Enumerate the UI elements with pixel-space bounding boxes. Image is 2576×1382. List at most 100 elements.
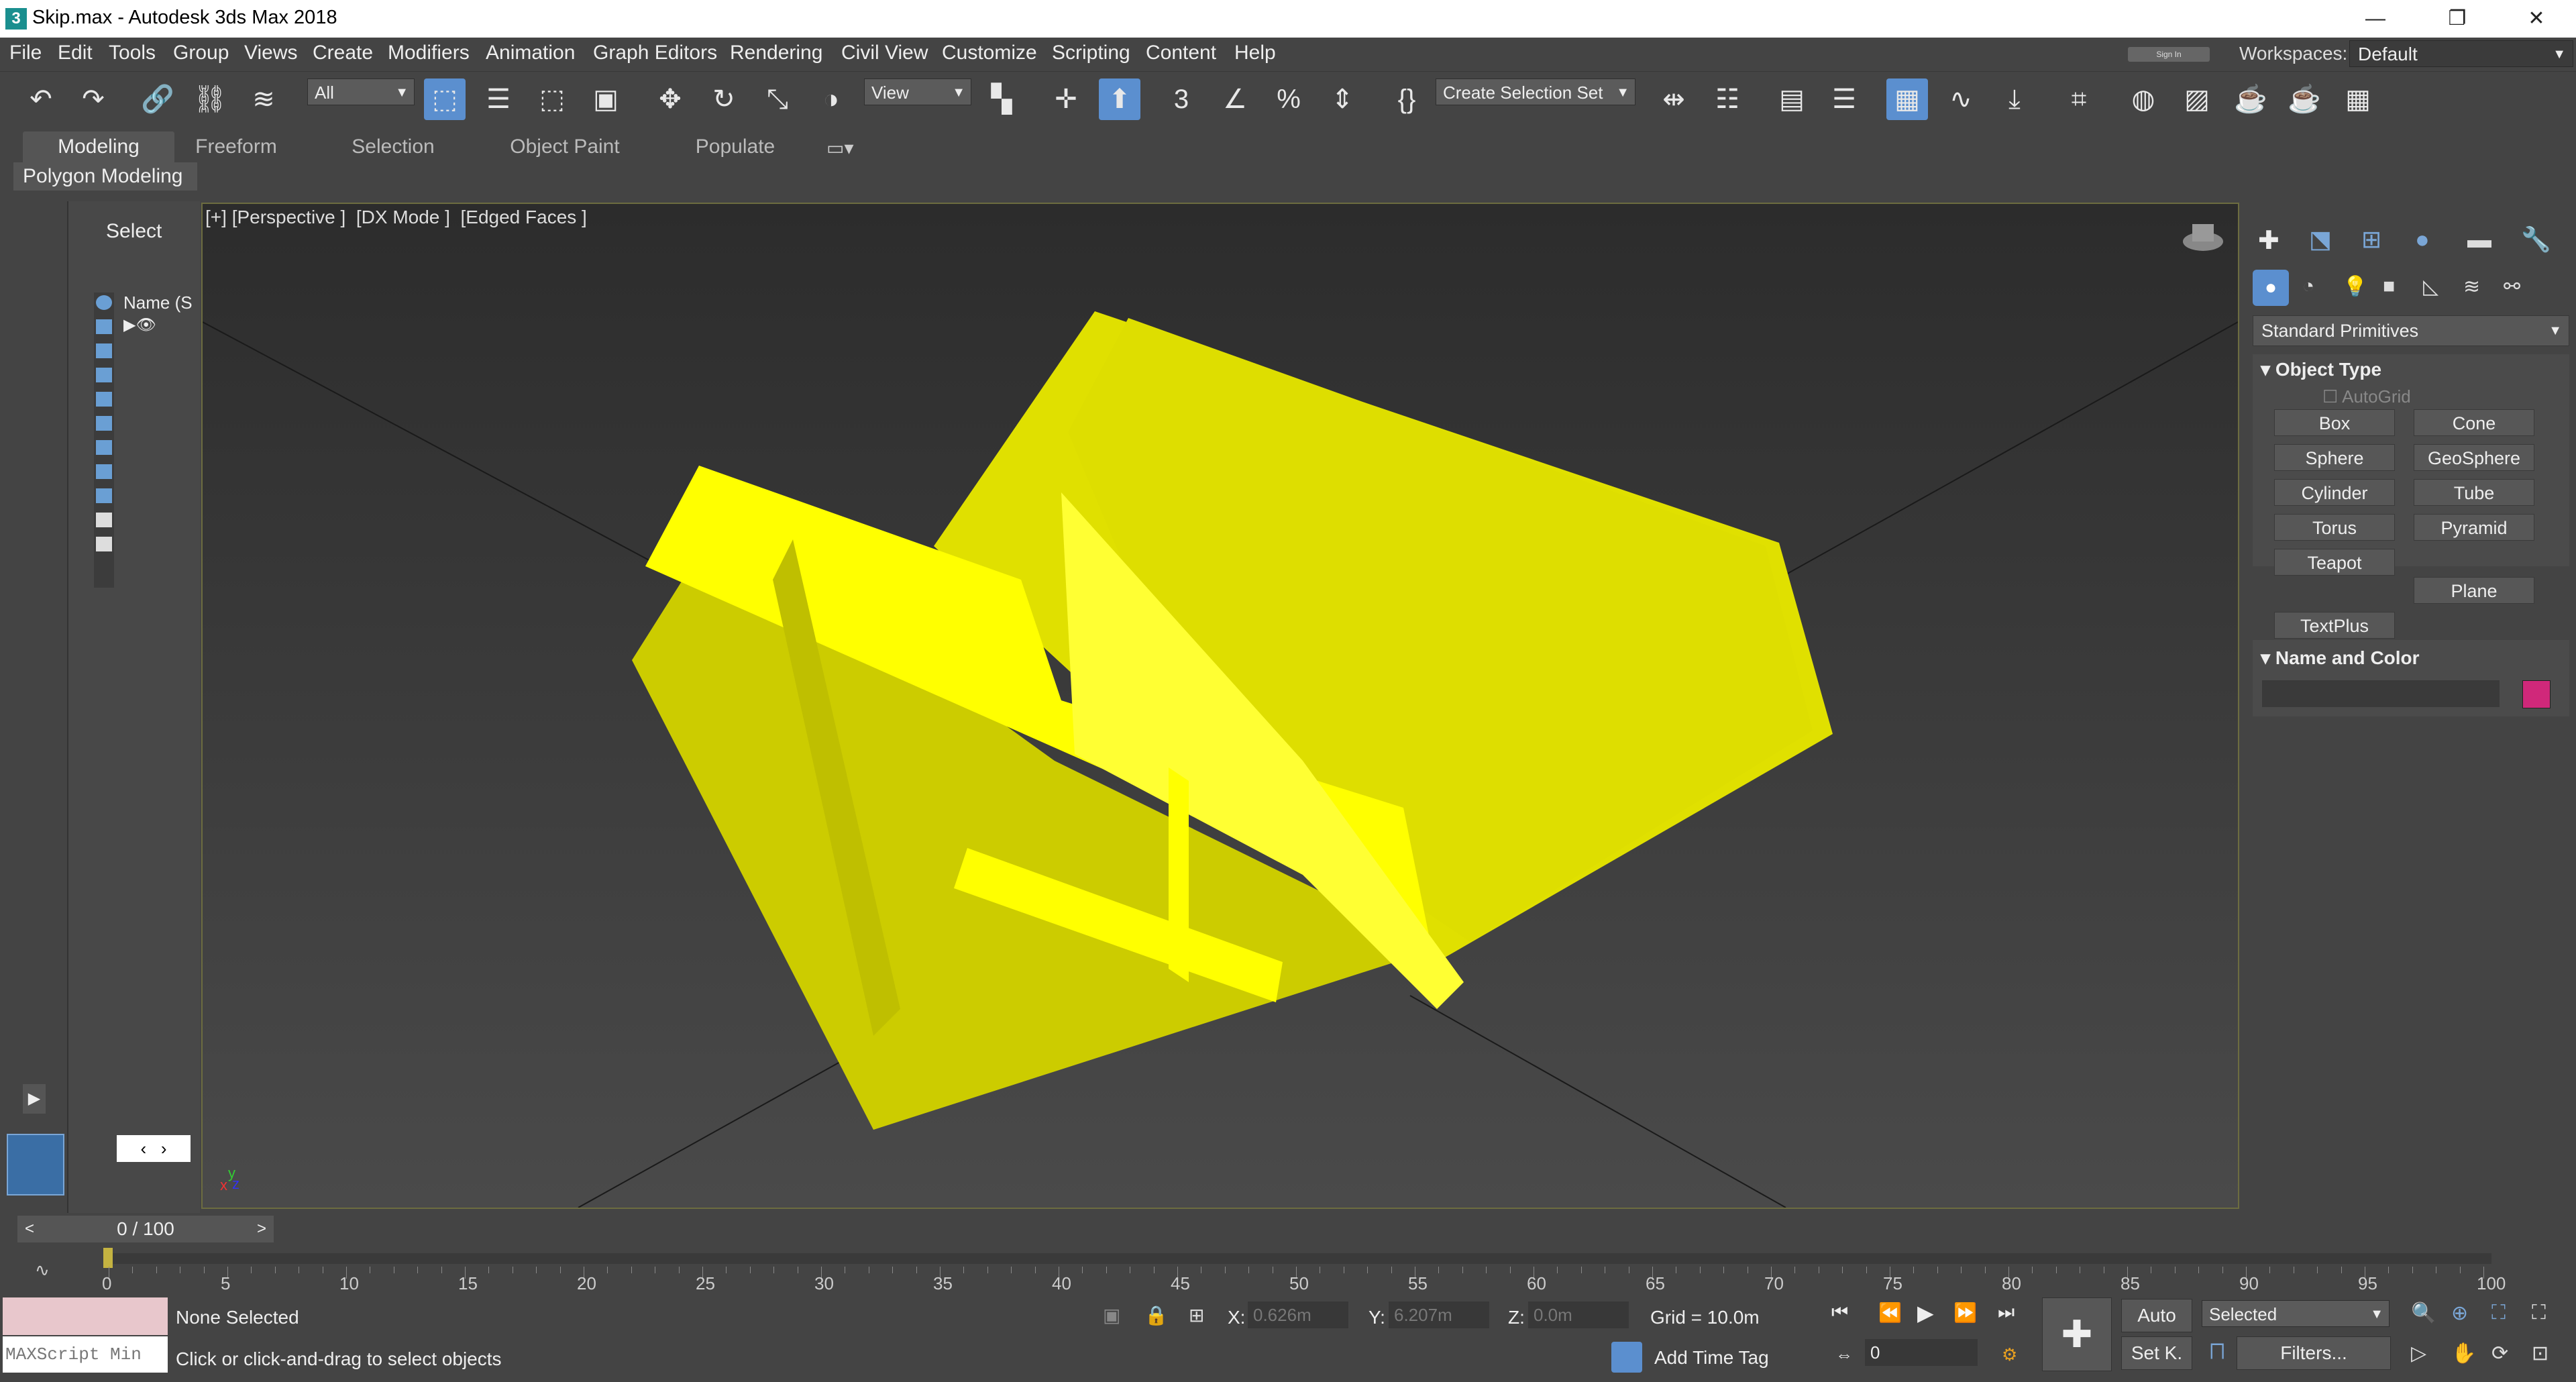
tab-freeform[interactable]: Freeform xyxy=(182,131,290,164)
viewport-layout-thumbnail[interactable] xyxy=(7,1134,64,1195)
geometry-category-icon[interactable]: ● xyxy=(2253,270,2289,306)
set-key-button[interactable]: Set K. xyxy=(2121,1336,2192,1370)
time-tag-icon[interactable] xyxy=(1611,1342,1642,1373)
name-column-header[interactable]: Name (S xyxy=(123,293,193,313)
render-production-icon[interactable]: ☕ xyxy=(2284,78,2325,120)
select-manipulate-icon[interactable]: ✛ xyxy=(1045,78,1087,120)
close-button[interactable]: ✕ xyxy=(2500,0,2573,38)
angle-snap-icon[interactable]: ∠ xyxy=(1214,78,1256,120)
layer-explorer-icon[interactable]: ▤ xyxy=(1771,78,1813,120)
maxscript-mini-input[interactable]: MAXScript Min xyxy=(3,1336,168,1373)
display-tab-icon[interactable]: ▬ xyxy=(2467,225,2491,254)
zoom-extents-all-icon[interactable]: ⛶ xyxy=(2532,1301,2546,1324)
redo-icon[interactable]: ↷ xyxy=(72,78,114,120)
shapes-category-icon[interactable]: ◔ xyxy=(2302,275,2314,298)
next-frame-icon[interactable]: ⏩ xyxy=(1953,1301,1977,1324)
torus-button[interactable]: Torus xyxy=(2274,514,2395,541)
menu-create[interactable]: Create xyxy=(313,42,373,64)
unlink-icon[interactable]: ⛓ xyxy=(189,78,231,120)
curve-editor-icon[interactable]: ∿ xyxy=(1940,78,1982,120)
plane-button[interactable]: Plane xyxy=(2414,577,2534,604)
sign-in-button[interactable]: Sign In xyxy=(2128,47,2210,62)
previous-frame-icon[interactable]: ⏪ xyxy=(1878,1301,1902,1324)
menu-rendering[interactable]: Rendering xyxy=(730,42,822,64)
utilities-tab-icon[interactable]: 🔧 xyxy=(2521,225,2551,254)
display-containers-icon[interactable] xyxy=(96,513,112,527)
edit-named-selection-icon[interactable]: {} xyxy=(1386,78,1428,120)
menu-modifiers[interactable]: Modifiers xyxy=(388,42,470,64)
filters-button[interactable]: Filters... xyxy=(2237,1336,2391,1370)
spinner-snap-icon[interactable]: ⇕ xyxy=(1322,78,1363,120)
cameras-category-icon[interactable]: ■ xyxy=(2383,275,2395,298)
expand-layout-icon[interactable]: ▶ xyxy=(23,1084,46,1114)
perspective-viewport[interactable]: [+] [Perspective ] [DX Mode ] [Edged Fac… xyxy=(201,203,2239,1209)
display-geometry-icon[interactable] xyxy=(96,295,112,310)
z-coordinate-field[interactable]: 0.0m xyxy=(1528,1301,1629,1328)
time-configuration-icon[interactable]: ⚙ xyxy=(2002,1344,2017,1365)
key-tangent-icon[interactable]: ⨅ xyxy=(2210,1340,2224,1363)
rotate-icon[interactable]: ↻ xyxy=(703,78,745,120)
menu-customize[interactable]: Customize xyxy=(942,42,1037,64)
menu-graph-editors[interactable]: Graph Editors xyxy=(593,42,717,64)
object-type-title[interactable]: ▾ Object Type xyxy=(2261,358,2381,380)
tab-object-paint[interactable]: Object Paint xyxy=(498,131,632,164)
pivot-center-icon[interactable]: ▚ xyxy=(981,78,1022,120)
current-frame-field[interactable]: 0 xyxy=(1865,1339,1978,1366)
time-next-arrow[interactable]: > xyxy=(250,1216,274,1242)
display-helpers-icon[interactable] xyxy=(96,392,112,407)
teapot-button[interactable]: Teapot xyxy=(2274,549,2395,576)
time-prev-arrow[interactable]: < xyxy=(17,1216,42,1242)
x-coordinate-field[interactable]: 0.626m xyxy=(1248,1301,1348,1328)
auto-key-button[interactable]: Auto xyxy=(2121,1299,2192,1332)
place-icon[interactable]: ◑ xyxy=(810,78,852,120)
pan-icon[interactable]: ✋ xyxy=(2451,1342,2476,1365)
display-frozen-icon[interactable] xyxy=(96,537,112,551)
isolate-selection-icon[interactable]: ▣ xyxy=(1103,1304,1120,1326)
menu-file[interactable]: File xyxy=(9,42,42,64)
scene-explorer-icon[interactable]: ▦ xyxy=(1886,78,1928,120)
scene-root-row[interactable]: ▶👁 xyxy=(123,315,156,335)
motion-tab-icon[interactable]: ● xyxy=(2415,225,2430,254)
schematic-view-icon[interactable]: ⌗ xyxy=(2058,78,2100,120)
menu-edit[interactable]: Edit xyxy=(58,42,93,64)
maximize-viewport-icon[interactable]: ⊡ xyxy=(2532,1342,2548,1365)
hierarchy-tab-icon[interactable]: ⊞ xyxy=(2361,225,2381,254)
select-by-name-icon[interactable]: ☰ xyxy=(478,78,519,120)
display-lights-icon[interactable] xyxy=(96,343,112,358)
primitives-type-dropdown[interactable]: Standard Primitives ▼ xyxy=(2253,315,2569,346)
undo-icon[interactable]: ↶ xyxy=(20,78,62,120)
track-bar[interactable] xyxy=(103,1248,2491,1268)
modify-tab-icon[interactable]: ⬔ xyxy=(2309,225,2332,254)
play-icon[interactable]: ▶ xyxy=(1917,1300,1934,1326)
render-online-icon[interactable]: ▦ xyxy=(2337,78,2379,120)
snaps-toggle-icon[interactable]: 3 xyxy=(1161,78,1202,120)
selection-lock-icon[interactable]: 🔒 xyxy=(1144,1304,1168,1326)
geosphere-button[interactable]: GeoSphere xyxy=(2414,444,2534,471)
name-and-color-title[interactable]: ▾ Name and Color xyxy=(2261,647,2420,669)
ribbon-panel-polygon-modeling[interactable]: Polygon Modeling xyxy=(13,162,197,191)
minimize-button[interactable]: — xyxy=(2339,0,2412,38)
display-shapes-icon[interactable] xyxy=(96,319,112,334)
box-button[interactable]: Box xyxy=(2274,409,2395,436)
tube-button[interactable]: Tube xyxy=(2414,479,2534,506)
create-selection-set-dropdown[interactable]: Create Selection Set ▼ xyxy=(1436,78,1635,105)
window-crossing-icon[interactable]: ▣ xyxy=(585,78,627,120)
go-to-start-icon[interactable]: ⏮ xyxy=(1831,1301,1848,1324)
transform-mode-icon[interactable]: ⊞ xyxy=(1189,1304,1204,1326)
object-color-swatch[interactable] xyxy=(2522,680,2551,708)
cylinder-button[interactable]: Cylinder xyxy=(2274,479,2395,506)
display-cameras-icon[interactable] xyxy=(96,368,112,382)
bind-space-warp-icon[interactable]: ≋ xyxy=(243,78,284,120)
percent-snap-icon[interactable]: % xyxy=(1268,78,1309,120)
autogrid-checkbox[interactable]: ☐ AutoGrid xyxy=(2322,386,2411,407)
zoom-extents-icon[interactable]: ⛶ xyxy=(2491,1301,2506,1324)
move-icon[interactable]: ✥ xyxy=(649,78,691,120)
display-xrefs-icon[interactable] xyxy=(96,464,112,479)
menu-help[interactable]: Help xyxy=(1234,42,1276,64)
key-filter-selected-dropdown[interactable]: Selected ▼ xyxy=(2202,1300,2390,1327)
field-of-view-icon[interactable]: ▷ xyxy=(2411,1342,2426,1365)
dope-sheet-icon[interactable]: ⤓ xyxy=(1994,78,2035,120)
explorer-nav-arrows[interactable]: ‹ › xyxy=(117,1135,191,1162)
set-key-large-button[interactable]: ✚ xyxy=(2042,1297,2112,1371)
material-editor-icon[interactable]: ◍ xyxy=(2123,78,2164,120)
